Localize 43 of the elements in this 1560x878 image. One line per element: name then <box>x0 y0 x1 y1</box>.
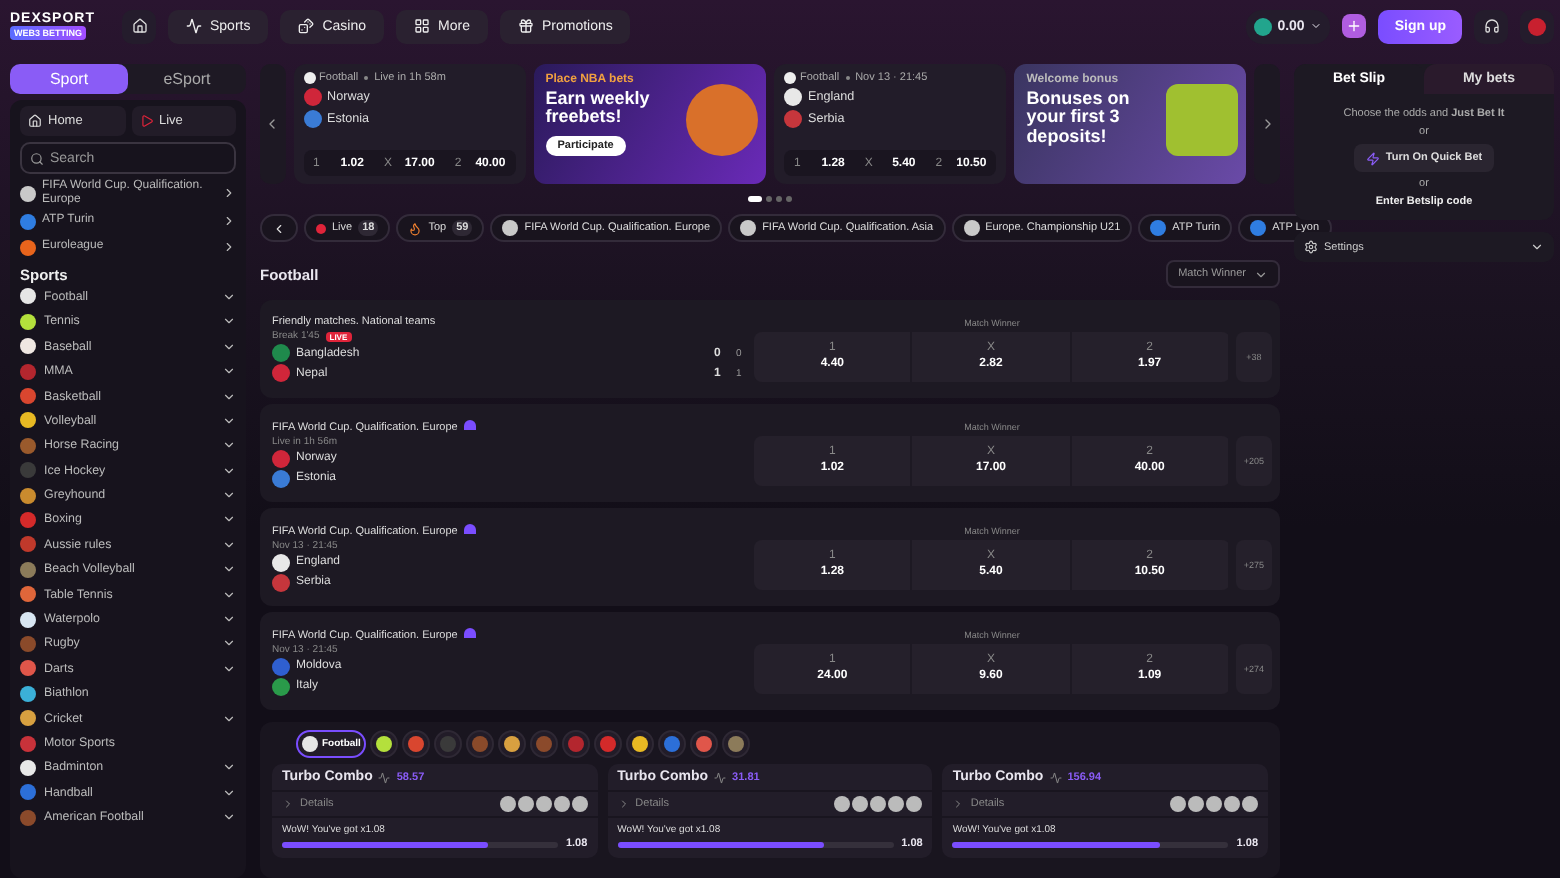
chevron-left-icon <box>272 221 286 235</box>
coin-icon <box>1253 17 1272 35</box>
home-button[interactable] <box>122 9 156 43</box>
home-icon <box>131 18 147 34</box>
pulse-icon <box>378 771 391 783</box>
house-icon <box>28 114 42 128</box>
chevron-down-icon <box>1530 240 1544 254</box>
sport-filter[interactable] <box>498 730 527 758</box>
chevron-down-icon <box>1254 267 1268 281</box>
basketball-illustration <box>686 84 758 156</box>
carousel-dot[interactable] <box>786 195 792 201</box>
plus-icon <box>1346 18 1363 34</box>
sport-filter[interactable] <box>370 730 399 758</box>
sport-filter[interactable] <box>690 730 719 758</box>
live-dot-icon <box>316 223 326 233</box>
grid-icon <box>414 18 431 34</box>
chevron-right-icon <box>617 798 630 810</box>
flag-icon <box>1528 17 1546 35</box>
search-icon <box>30 151 44 165</box>
pulse-icon <box>1049 771 1062 783</box>
sport-tab[interactable]: eSport <box>128 64 246 94</box>
lightning-icon <box>1365 151 1380 165</box>
carousel-dot[interactable] <box>766 195 772 201</box>
chevron-right-icon <box>952 798 965 810</box>
chevron-right-icon <box>282 798 294 810</box>
support-button[interactable] <box>1474 9 1508 43</box>
play-icon <box>139 114 153 128</box>
sport-tab[interactable]: Sport <box>10 64 128 94</box>
chevron-down-icon <box>1310 20 1323 32</box>
language-button[interactable] <box>1520 9 1554 43</box>
settings-icon <box>1304 240 1318 254</box>
sport-filter[interactable] <box>626 730 655 758</box>
flame-icon <box>408 221 423 235</box>
banner-title: Bonuses on your first 3 deposits! <box>1026 90 1132 147</box>
dice-icon <box>298 18 315 34</box>
headset-icon <box>1483 18 1499 34</box>
carousel-dot[interactable] <box>776 195 782 201</box>
separator-dot <box>364 76 369 80</box>
banner-title: Earn weekly freebets! <box>545 90 652 128</box>
separator-dot <box>845 76 850 80</box>
pulse-icon <box>714 771 727 783</box>
gift-icon <box>517 18 534 34</box>
deposit-button[interactable] <box>1342 14 1367 38</box>
